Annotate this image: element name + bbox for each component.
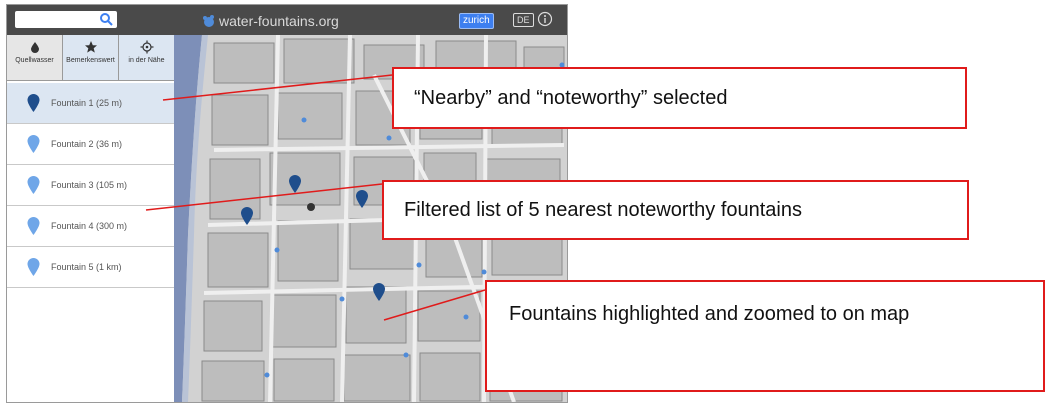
pointer-line-filters <box>162 74 393 101</box>
callout-text: Filtered list of 5 nearest noteworthy fo… <box>404 199 802 221</box>
pointer-line-map <box>383 289 486 321</box>
callout-list: Filtered list of 5 nearest noteworthy fo… <box>382 180 969 240</box>
callout-filters: “Nearby” and “noteworthy” selected <box>392 67 967 129</box>
callout-text: Fountains highlighted and zoomed to on m… <box>509 303 910 325</box>
callout-map: Fountains highlighted and zoomed to on m… <box>485 280 1045 392</box>
callout-text: “Nearby” and “noteworthy” selected <box>414 87 728 109</box>
pointer-line-list <box>145 183 383 211</box>
